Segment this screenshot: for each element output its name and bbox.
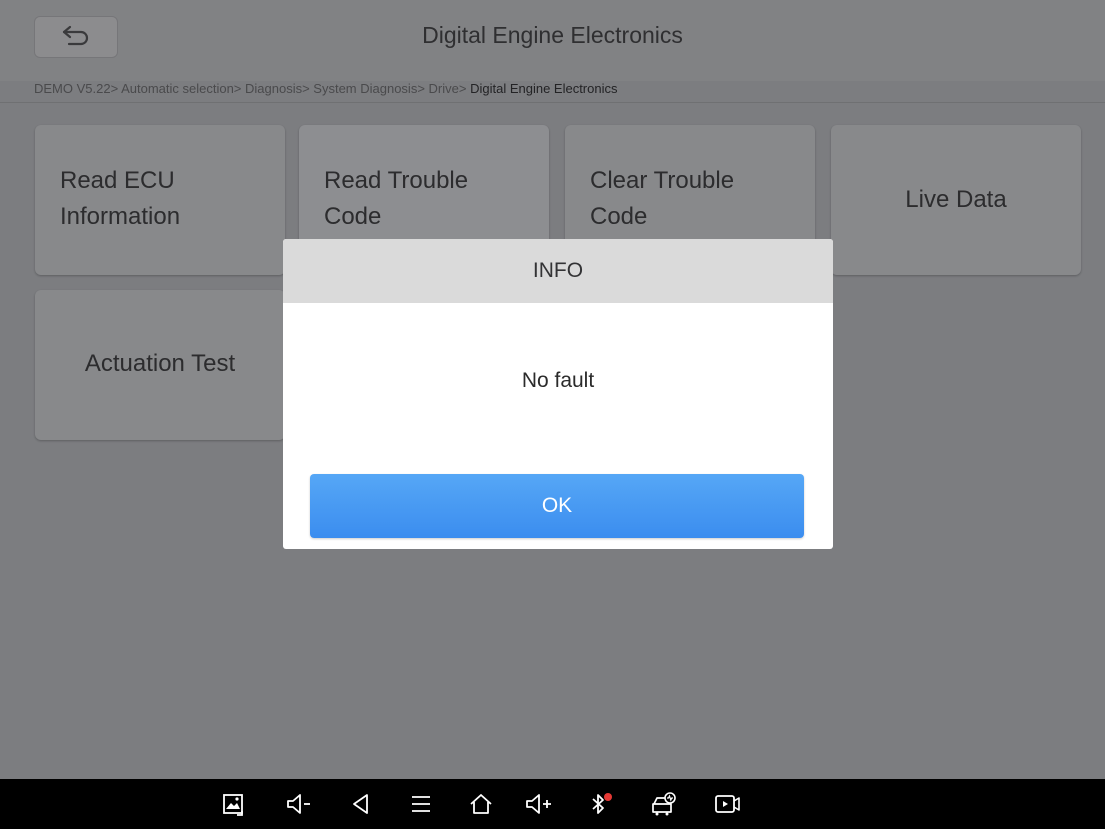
system-navbar (0, 779, 1105, 829)
bluetooth-icon[interactable] (585, 789, 617, 819)
screenshot-icon[interactable] (218, 789, 250, 819)
ok-button[interactable]: OK (310, 474, 804, 538)
actuation-test-tile[interactable]: Actuation Test (35, 290, 285, 440)
home-icon[interactable] (465, 789, 497, 819)
vehicle-diagnostic-icon[interactable] (648, 789, 680, 819)
back-icon[interactable] (345, 789, 377, 819)
dialog-message: No fault (521, 369, 595, 392)
tile-label: Read Trouble Code (324, 167, 469, 230)
volume-down-icon[interactable] (284, 789, 316, 819)
page-title: Digital Engine Electronics (422, 22, 683, 48)
live-data-tile[interactable]: Live Data (831, 125, 1081, 275)
header-divider (0, 102, 1105, 103)
breadcrumb-current: Digital Engine Electronics (470, 81, 618, 96)
menu-icon[interactable] (405, 789, 437, 819)
info-dialog: INFO No fault OK (283, 239, 833, 549)
tile-label: Clear Trouble Code (590, 167, 735, 230)
tile-label: Actuation Test (84, 350, 236, 377)
read-ecu-information-tile[interactable]: Read ECU Information (35, 125, 285, 275)
breadcrumb: DEMO V5.22> Automatic selection> Diagnos… (34, 81, 617, 96)
breadcrumb-path: DEMO V5.22> Automatic selection> Diagnos… (34, 81, 471, 96)
tile-label: Live Data (905, 186, 1007, 213)
tile-label: Read ECU Information (60, 167, 181, 230)
app-header: Digital Engine Electronics (0, 0, 1105, 81)
screen-record-icon[interactable] (712, 789, 744, 819)
volume-up-icon[interactable] (524, 789, 556, 819)
dialog-title: INFO (283, 239, 833, 303)
